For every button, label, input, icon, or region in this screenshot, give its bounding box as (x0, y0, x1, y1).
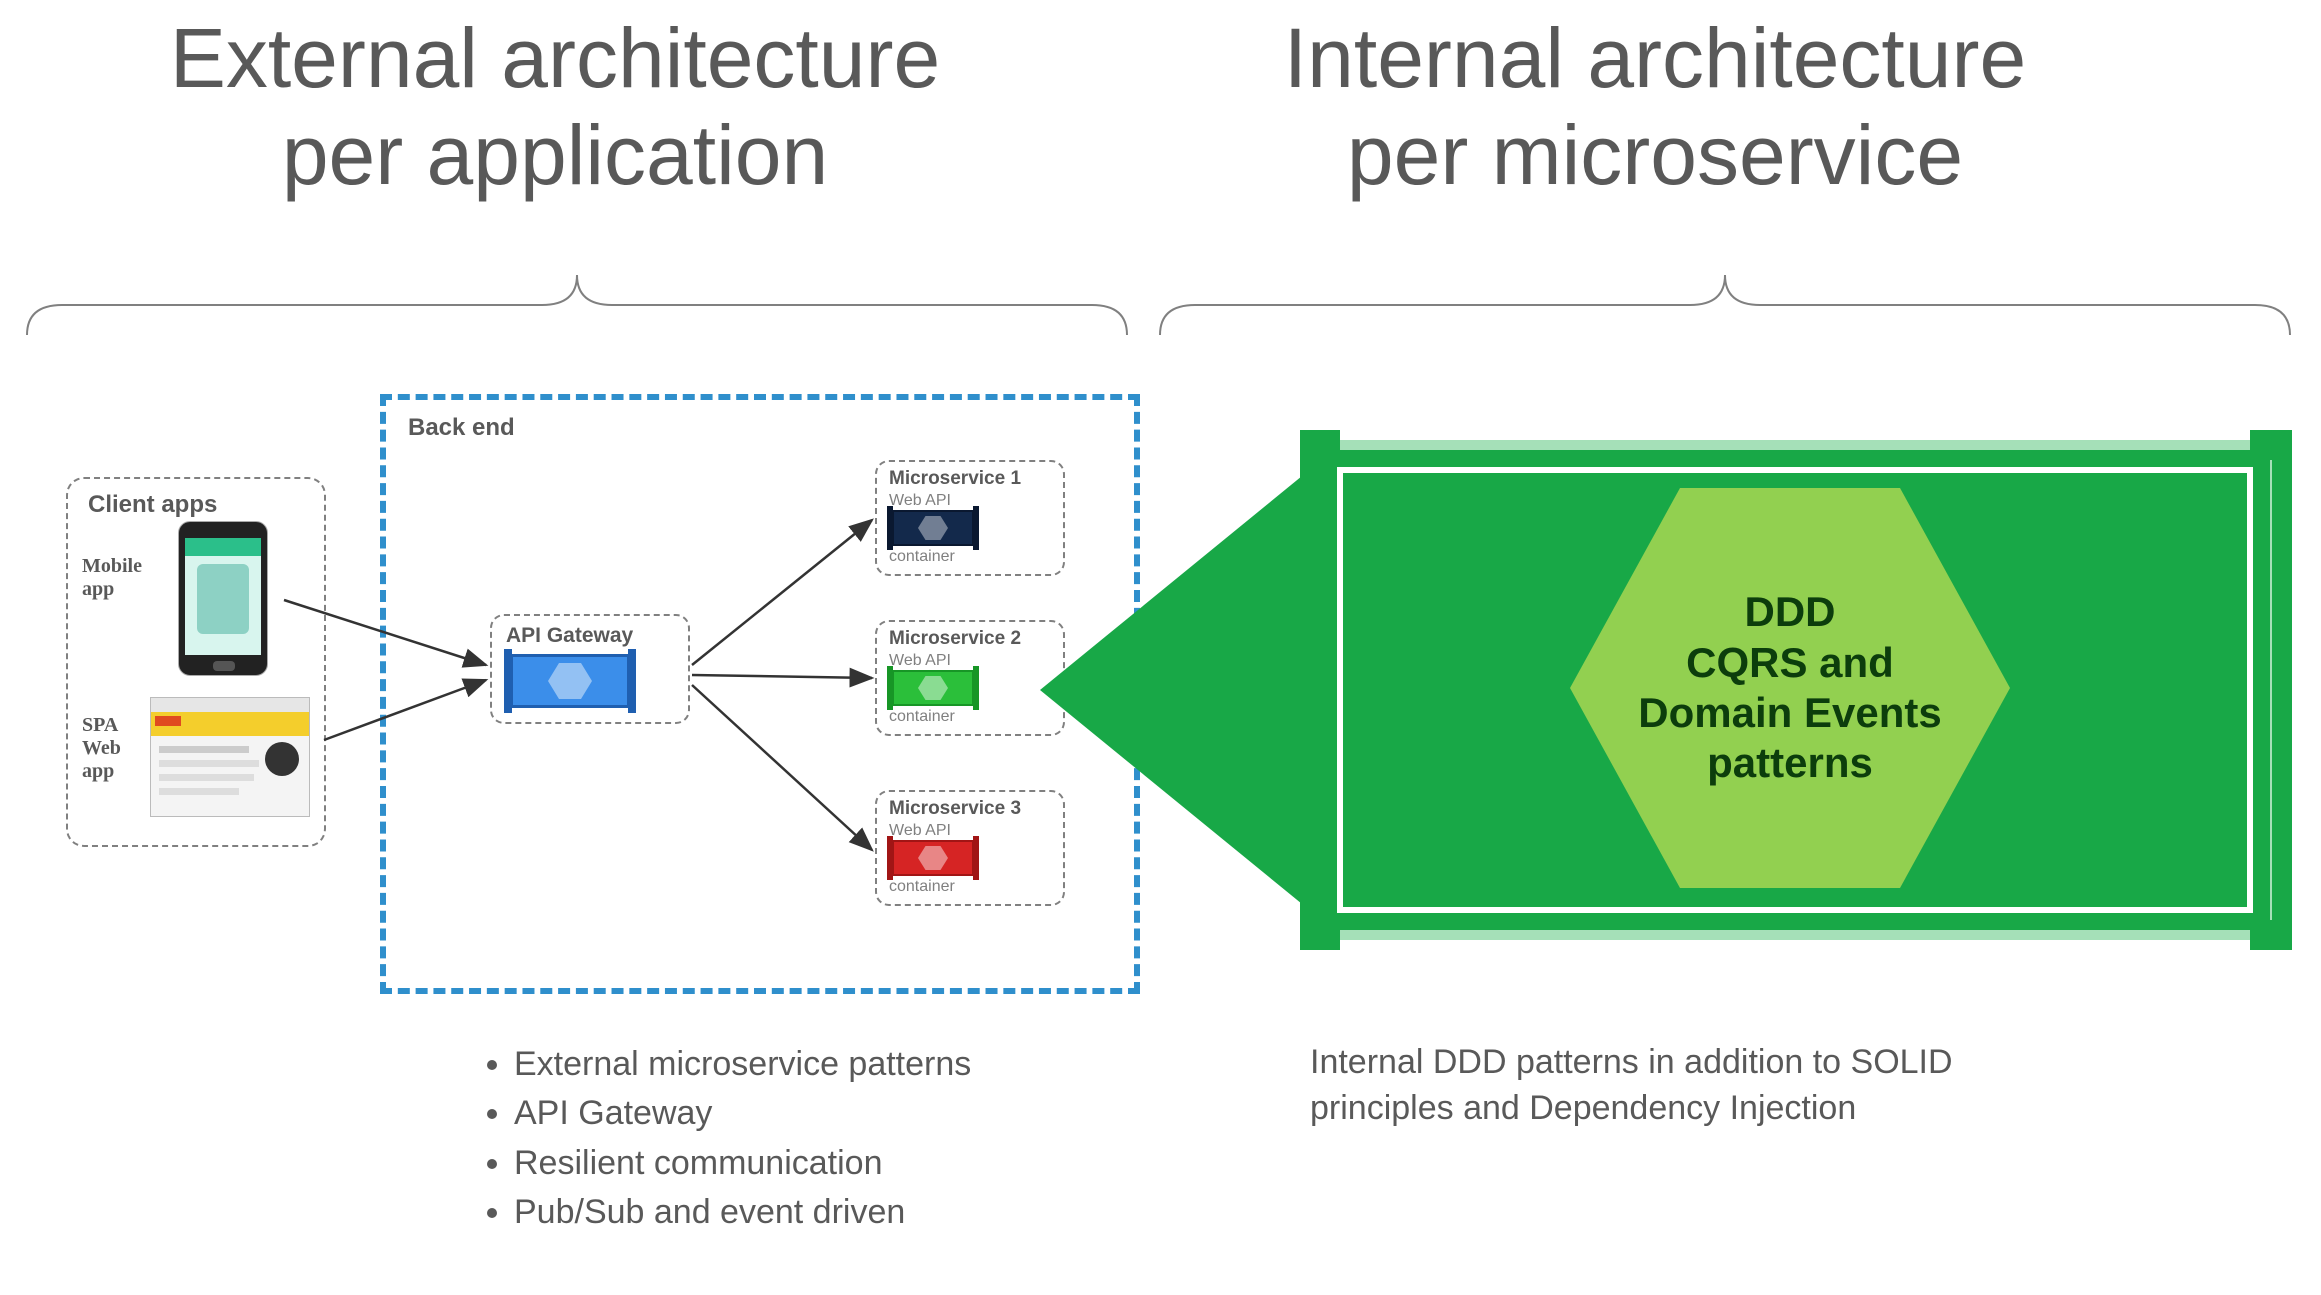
brace-right (1155, 260, 2295, 340)
right-desc: Internal DDD patterns in addition to SOL… (1310, 1040, 1970, 1132)
bullets-left: External microservice patterns API Gatew… (480, 1040, 1120, 1237)
bullet-3: Pub/Sub and event driven (514, 1188, 1120, 1237)
title-right-l2: per microservice (1347, 108, 1963, 202)
title-right: Internal architecture per microservice (1180, 10, 2130, 203)
bullet-2: Resilient communication (514, 1139, 1120, 1188)
hex-l3: Domain Events (1638, 689, 1941, 736)
hex-text: DDD CQRS and Domain Events patterns (1638, 587, 1941, 789)
hex-l4: patterns (1707, 739, 1873, 786)
bullet-1: API Gateway (514, 1089, 1120, 1138)
title-right-l1: Internal architecture (1284, 11, 2026, 105)
bullet-0: External microservice patterns (514, 1040, 1120, 1089)
hex-l2: CQRS and (1686, 639, 1894, 686)
hex-l1: DDD (1744, 588, 1835, 635)
